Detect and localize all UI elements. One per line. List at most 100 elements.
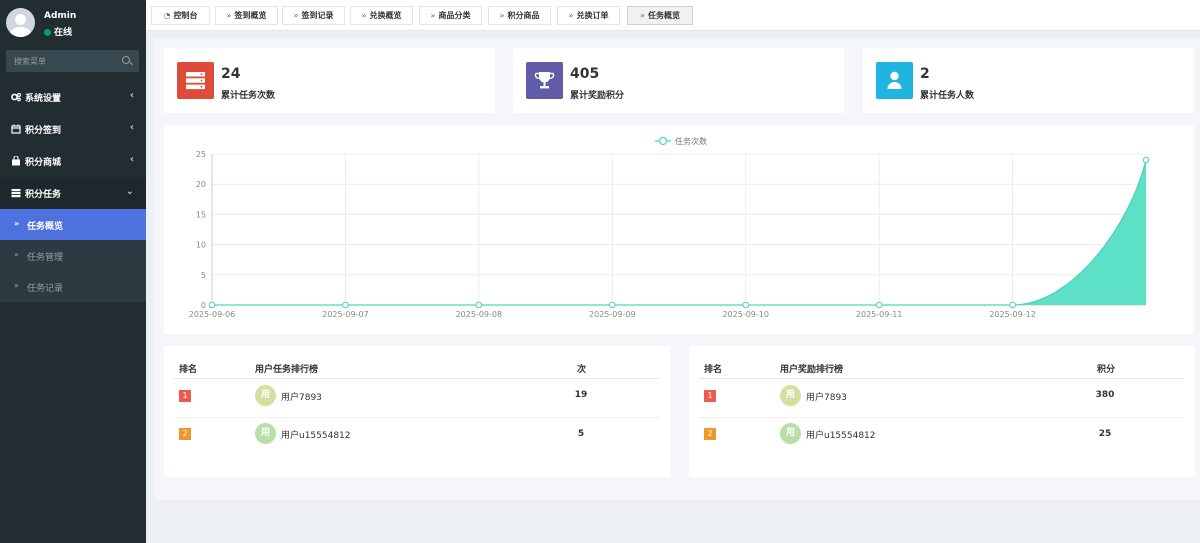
legend-marker [658,136,668,146]
y-tick-label: 0 [201,301,206,310]
sidebar-subitem-label: 任务管理 [27,253,64,263]
chevron-left-icon: ‹ [129,90,134,101]
user-avatar: 用 [780,385,801,406]
sidebar-item-system-settings[interactable]: 系统设置 ‹ [0,81,146,113]
search-input[interactable] [6,50,116,72]
tab-label: 控制台 [173,11,198,20]
sidebar-subitem-task-overview[interactable]: » 任务概览 [0,209,146,240]
stat-label: 累计奖励积分 [570,91,625,101]
server-icon [11,188,21,198]
user-header: 用户任务排行榜 [255,365,319,375]
y-tick-label: 5 [201,271,206,280]
data-point [342,301,349,309]
stat-value: 24 [221,66,241,82]
tab-label: 兑换概览 [369,11,402,20]
rank-badge: 1 [704,390,716,402]
stat-label: 累计任务次数 [221,91,276,101]
user-name: 用户7893 [806,393,847,403]
sidebar-subitem-label: 任务记录 [27,284,64,294]
tab-exchange-orders[interactable]: » 兑换订单 [557,6,620,25]
series-line [212,159,1147,306]
user-avatar: 用 [255,423,276,444]
sidebar-item-label: 积分签到 [25,126,62,136]
tab-checkin-records[interactable]: » 签到记录 [282,6,345,25]
rank-header: 排名 [704,365,723,375]
reward-points: 380 [1095,390,1115,400]
user-icon [876,62,913,99]
sidebar-item-tasks[interactable]: 积分任务 ⌄ [0,177,146,209]
data-point [1009,301,1016,309]
sidebar-item-shop[interactable]: 积分商城 ‹ [0,145,146,177]
x-tick-label: 2025-09-09 [589,310,636,319]
tab-label: 签到记录 [301,11,334,20]
x-tick-label: 2025-09-07 [322,310,369,319]
user-avatar: 用 [255,385,276,406]
sidebar-item-checkin[interactable]: 积分签到 ‹ [0,113,146,145]
double-chevron-right-icon: » [361,11,367,20]
stat-value: 405 [570,66,600,82]
user-name: Admin [44,11,77,21]
tab-checkin-overview[interactable]: » 签到概览 [215,6,278,25]
tab-dashboard[interactable]: ◔ 控制台 [151,6,210,25]
tab-label: 兑换订单 [576,11,609,20]
tab-point-products[interactable]: » 积分商品 [488,6,551,25]
sidebar-subitem-task-records[interactable]: » 任务记录 [0,271,146,302]
chevron-left-icon: ‹ [129,122,134,133]
x-tick-label: 2025-09-10 [722,310,769,319]
rank-badge: 2 [704,428,716,440]
task-count-chart: 0 5 10 15 20 25 2025-09-06 2025-09-07 2025-09-08… [189,136,1150,319]
sidebar-submenu: » 任务概览 » 任务管理 » 任务记录 [0,209,146,302]
sidebar-menu: 系统设置 ‹ 积分签到 ‹ 积分商城 ‹ 积分任务 ⌄ » 任务概览 » 任务管… [0,81,146,302]
reward-points: 25 [1098,429,1112,439]
legend-label: 任务次数 [675,136,707,146]
double-chevron-right-icon: » [293,11,299,20]
data-point [208,301,216,309]
shopping-bag-icon [11,155,21,166]
double-chevron-right-icon: » [640,11,645,20]
double-chevron-right-icon: » [14,281,19,290]
tab-label: 签到概览 [234,11,267,20]
rank-header: 排名 [179,365,198,375]
y-tick-label: 10 [196,241,206,250]
task-count: 19 [574,390,588,400]
user-status: 在线 [44,25,72,38]
tab-product-categories[interactable]: » 商品分类 [419,6,482,25]
value-header: 积分 [1097,365,1116,375]
y-tick-label: 15 [196,210,206,219]
x-tick-label: 2025-09-08 [456,310,503,319]
server-icon [177,62,214,99]
stat-card-task-count: 24 累计任务次数 [164,48,495,113]
sidebar-subitem-label: 任务概览 [27,222,64,232]
data-point [608,301,616,309]
double-chevron-right-icon: » [226,11,232,20]
sidebar-item-label: 积分任务 [25,190,62,200]
sidebar-item-label: 系统设置 [25,94,62,104]
y-tick-label: 20 [196,180,206,189]
data-point [875,301,883,309]
series-area [212,160,1146,305]
stat-label: 累计任务人数 [920,91,975,101]
value-header: 次 [577,365,587,375]
x-tick-label: 2025-09-12 [989,310,1036,319]
stat-card-reward-points: 405 累计奖励积分 [513,48,844,113]
divider [699,417,1184,418]
search-icon[interactable] [122,56,130,64]
task-rank-card: 排名 用户任务排行榜 次 1 用 用户7893 19 2 用 用户u155548… [164,346,670,477]
double-chevron-right-icon: » [430,11,436,20]
trophy-icon [526,62,563,99]
y-tick-label: 25 [196,150,206,159]
x-tick-label: 2025-09-11 [856,310,903,319]
tab-task-overview[interactable]: » 任务概览 [627,6,693,25]
stat-value: 2 [920,66,930,82]
double-chevron-right-icon: » [499,11,505,20]
task-count: 5 [577,429,585,439]
tab-exchange-overview[interactable]: » 兑换概览 [350,6,413,25]
sidebar-subitem-task-manage[interactable]: » 任务管理 [0,240,146,271]
user-name: 用户u15554812 [806,431,876,441]
user-header: 用户奖励排行榜 [780,365,844,375]
double-chevron-right-icon: » [14,250,19,259]
tab-bar: ◔ 控制台 » 签到概览 » 签到记录 » 兑换概览 » 商品分类 » 积分商品 » 兑换订单… [146,0,1200,31]
data-point [475,301,483,309]
data-point [742,301,750,309]
dashboard-icon: ◔ [163,11,171,20]
